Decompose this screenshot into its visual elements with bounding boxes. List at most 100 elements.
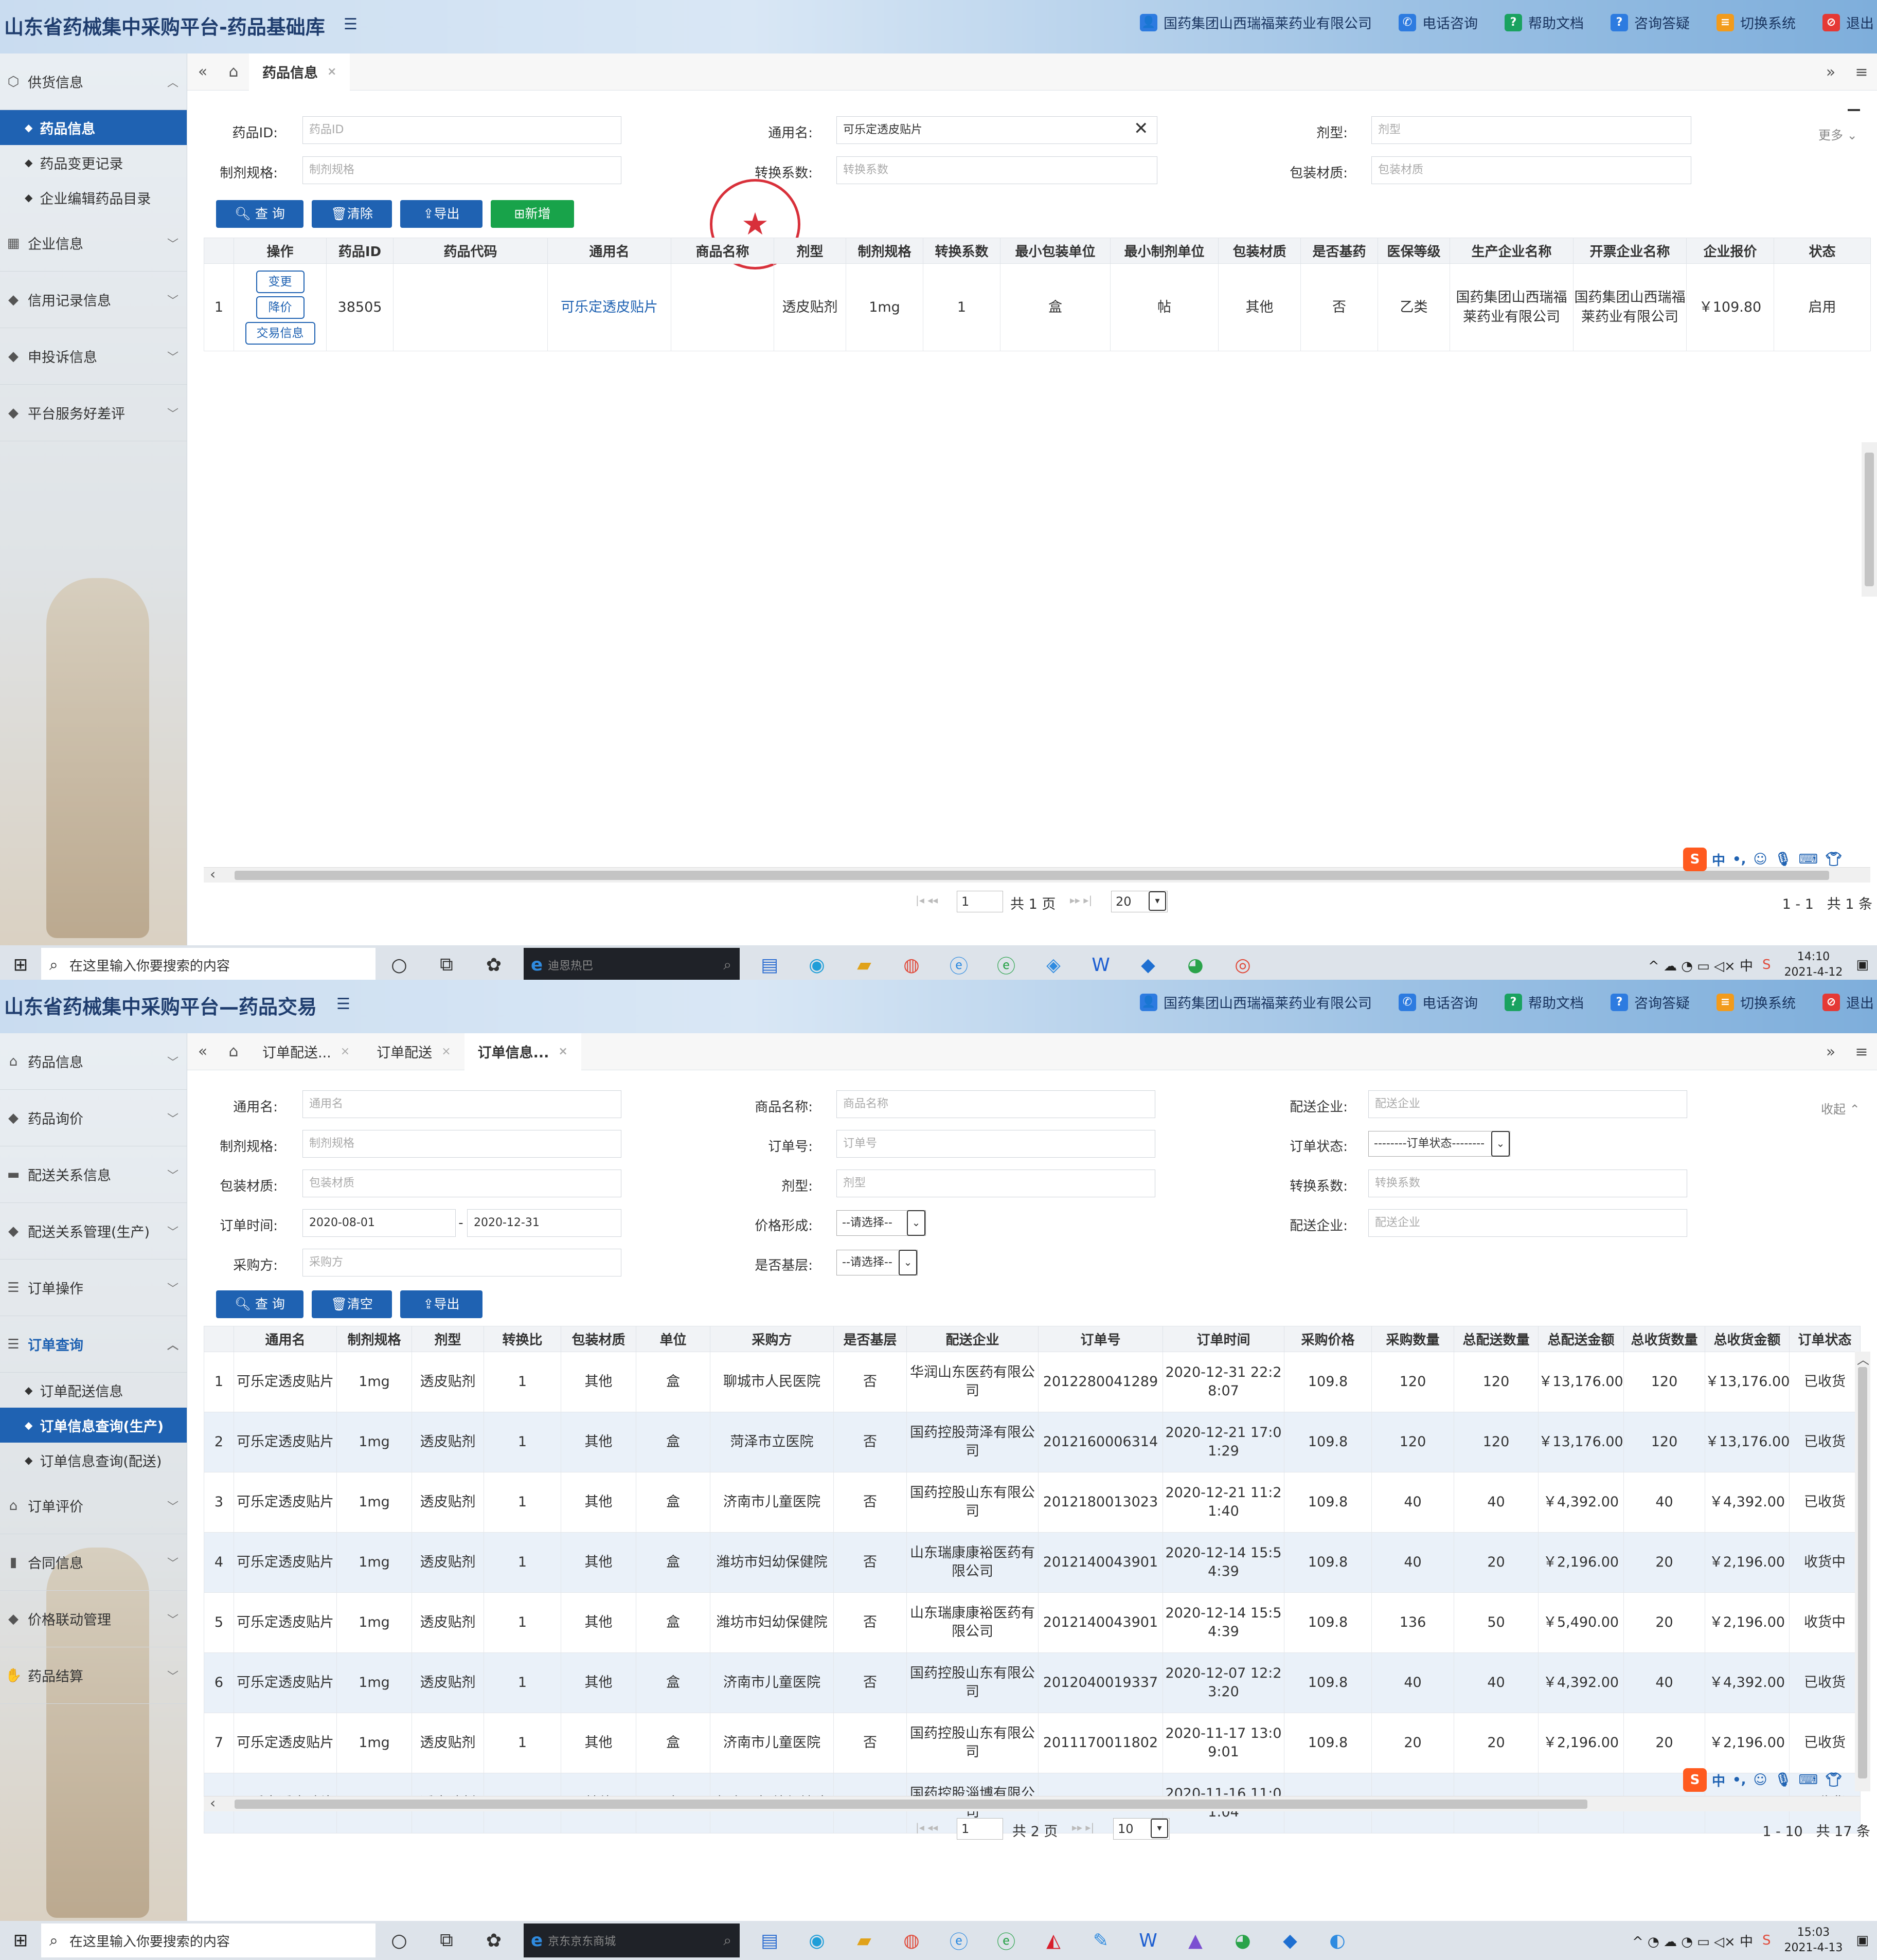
company-link[interactable]: 👤 国药集团山西瑞福莱药业有限公司 <box>1140 12 1372 32</box>
tray-icons[interactable]: ^ ◔ ☁ ◔ ▭ ◁× 中 <box>1632 1931 1753 1950</box>
table-row[interactable]: 3 可乐定透皮贴片 1mg 透皮贴剂 1 其他盒济南市儿童医院否国药控股山东有限公司 201… <box>204 1472 1861 1533</box>
page-size-select[interactable]: 20 ▾ <box>1111 891 1168 912</box>
notification-icon[interactable]: ▣ <box>1856 1933 1869 1948</box>
home-icon[interactable]: ⌂ <box>218 1042 249 1060</box>
switch-link[interactable]: ≡ 切换系统 <box>1717 992 1796 1012</box>
cortana-icon[interactable]: ○ <box>376 955 423 976</box>
sidebar-group-order-ops[interactable]: ☰ 订单操作 ﹀ <box>0 1260 187 1316</box>
tab-order-distribution-2[interactable]: 订单配送 × <box>363 1033 464 1070</box>
col-header[interactable]: 是否基层 <box>833 1326 907 1352</box>
tabs-next-icon[interactable]: » <box>1815 63 1846 81</box>
switch-link[interactable]: ≡ 切换系统 <box>1717 12 1796 32</box>
export-button[interactable]: ⇪导出 <box>400 1290 482 1318</box>
shortcut-icon[interactable]: ◐ <box>1314 1930 1361 1951</box>
sogou-tray-icon[interactable]: S <box>1762 957 1771 973</box>
page-input[interactable]: 1 <box>957 1818 1003 1840</box>
sogou-tray-icon[interactable]: S <box>1762 1933 1771 1948</box>
col-header[interactable]: 最小包装单位 <box>1000 238 1111 264</box>
phone-link[interactable]: ✆ 电话咨询 <box>1399 12 1478 32</box>
next-page-icon[interactable]: ▸▸ ▸| <box>1072 1821 1094 1833</box>
sidebar-group-price-link[interactable]: ◆ 价格联动管理 ﹀ <box>0 1591 187 1647</box>
tabs-prev-icon[interactable]: « <box>187 1042 218 1060</box>
menu-toggle-icon[interactable]: ☰ <box>336 995 350 1013</box>
sogou-ime-bar[interactable]: S 中 •, ☺ 🎙︎ ⌨ 👕︎ <box>1683 848 1849 871</box>
edge-icon[interactable]: ◉ <box>793 1930 841 1951</box>
add-button[interactable]: ⊞新增 <box>491 200 574 228</box>
tab-order-distribution-1[interactable]: 订单配送... × <box>249 1033 363 1070</box>
collapse-toggle[interactable]: 收起 ⌃ <box>1821 1099 1860 1117</box>
price-form-select[interactable]: --请选择-- ⌄ <box>836 1210 926 1236</box>
table-row[interactable]: 1 可乐定透皮贴片 1mg 透皮贴剂 1 其他盒聊城市人民医院否华润山东医药有限公司 201… <box>204 1352 1861 1412</box>
tabs-prev-icon[interactable]: « <box>187 63 218 81</box>
conv-input[interactable]: 转换系数 <box>1368 1170 1687 1197</box>
sidebar-group-drug-info[interactable]: ⌂ 药品信息 ﹀ <box>0 1033 187 1090</box>
col-header[interactable]: 总配送金额 <box>1538 1326 1624 1352</box>
sidebar-item-order-distribution[interactable]: ◆ 订单配送信息 <box>0 1373 187 1408</box>
close-icon[interactable]: × <box>327 65 336 78</box>
col-header[interactable]: 商品名称 <box>671 238 774 264</box>
col-header[interactable]: 订单号 <box>1038 1326 1163 1352</box>
dosage-input[interactable]: 剂型 <box>836 1170 1155 1197</box>
conv-input[interactable]: 转换系数 <box>836 156 1157 184</box>
first-page-icon[interactable]: |◂ ◂◂ <box>916 1821 938 1833</box>
spec-input[interactable]: 制剂规格 <box>302 1130 621 1158</box>
browser360-icon[interactable]: ⓔ <box>982 1927 1030 1954</box>
home-icon[interactable]: ⌂ <box>218 63 249 81</box>
app-icon[interactable]: ✿ <box>470 955 517 976</box>
clear-input-icon[interactable]: ✕ <box>1134 118 1149 139</box>
col-header[interactable]: 转换比 <box>484 1326 561 1352</box>
last-page-icon[interactable]: ▸▸ ▸| <box>1070 894 1092 906</box>
scroll-thumb[interactable] <box>235 871 1829 880</box>
tabs-menu-icon[interactable]: ≡ <box>1846 63 1877 81</box>
change-button[interactable]: 变更 <box>256 270 305 293</box>
company-link[interactable]: 👤 国药集团山西瑞福莱药业有限公司 <box>1140 992 1372 1012</box>
first-page-icon[interactable]: |◂ ◂◂ <box>916 894 938 906</box>
drug-id-input[interactable]: 药品ID <box>302 116 621 144</box>
sidebar-group-supply[interactable]: ⬡ 供货信息 ︿ <box>0 53 187 110</box>
task-view-icon[interactable]: ⧉ <box>423 954 470 976</box>
browser-icon[interactable]: ◍ <box>888 1930 935 1951</box>
files-icon[interactable]: ▤ <box>746 955 793 976</box>
wechat-icon[interactable]: ◕ <box>1219 1930 1266 1951</box>
price-cut-button[interactable]: 降价 <box>256 296 305 319</box>
distributor-input[interactable]: 配送企业 <box>1368 1090 1687 1118</box>
tabs-menu-icon[interactable]: ≡ <box>1846 1043 1877 1061</box>
col-header[interactable]: 订单状态 <box>1789 1326 1861 1352</box>
scroll-thumb[interactable] <box>1865 453 1874 586</box>
sidebar-group-order-rating[interactable]: ⌂ 订单评价 ﹀ <box>0 1478 187 1534</box>
col-header[interactable]: 总配送数量 <box>1454 1326 1539 1352</box>
acrobat-icon[interactable]: ◭ <box>1030 1930 1077 1951</box>
query-button[interactable]: 🔍︎ 查 询 <box>216 200 303 228</box>
edge-icon[interactable]: ◉ <box>793 955 841 976</box>
taskbar-search[interactable]: ⌕ 在这里输入你要搜索的内容 <box>41 948 376 980</box>
notification-icon[interactable]: ▣ <box>1856 957 1869 973</box>
table-row[interactable]: 7 可乐定透皮贴片 1mg 透皮贴剂 1 其他盒济南市儿童医院否国药控股山东有限公司 201… <box>204 1713 1861 1773</box>
clear-button[interactable]: 🗑︎清空 <box>312 1290 392 1318</box>
table-row[interactable]: 5 可乐定透皮贴片 1mg 透皮贴剂 1 其他盒潍坊市妇幼保健院否山东瑞康康裕医药有限公司… <box>204 1592 1861 1653</box>
consult-link[interactable]: ? 咨询答疑 <box>1611 992 1690 1012</box>
tab-drug-info[interactable]: 药品信息 × <box>249 53 350 91</box>
minimize-icon[interactable] <box>1848 109 1860 111</box>
sign-icon[interactable]: ✎ <box>1077 1930 1124 1951</box>
dingtalk-icon[interactable]: ◆ <box>1124 955 1172 976</box>
sidebar-item-drug-info[interactable]: ◆ 药品信息 <box>0 110 187 145</box>
col-header[interactable]: 制剂规格 <box>336 1326 412 1352</box>
col-header[interactable]: 制剂规格 <box>846 238 923 264</box>
photos-icon[interactable]: ▲ <box>1172 1930 1219 1951</box>
scroll-left-icon[interactable]: ‹ <box>210 866 216 883</box>
col-header[interactable]: 采购价格 <box>1284 1326 1372 1352</box>
clock[interactable]: 14:10 2021-4-12 <box>1784 949 1843 980</box>
windows-icon[interactable]: ⊞ <box>0 955 41 975</box>
sidebar-group-order-query[interactable]: ☰ 订单查询 ︿ <box>0 1316 187 1373</box>
ie-address-bar[interactable]: e 京东京东商城 ⌕ <box>524 1923 740 1957</box>
col-header[interactable]: 配送企业 <box>906 1326 1039 1352</box>
col-header[interactable]: 包装材质 <box>1218 238 1301 264</box>
table-row[interactable]: 4 可乐定透皮贴片 1mg 透皮贴剂 1 其他盒潍坊市妇幼保健院否山东瑞康康裕医药有限公司… <box>204 1532 1861 1593</box>
clock[interactable]: 15:03 2021-4-13 <box>1784 1925 1843 1956</box>
wps-icon[interactable]: W <box>1124 1930 1172 1951</box>
help-link[interactable]: ? 帮助文档 <box>1505 12 1584 32</box>
folder-icon[interactable]: ▰ <box>841 955 888 976</box>
clear-button[interactable]: 🗑︎清除 <box>312 200 392 228</box>
trade-name-input[interactable]: 商品名称 <box>836 1090 1155 1118</box>
logout-link[interactable]: ⊘ 退出 <box>1822 12 1874 32</box>
